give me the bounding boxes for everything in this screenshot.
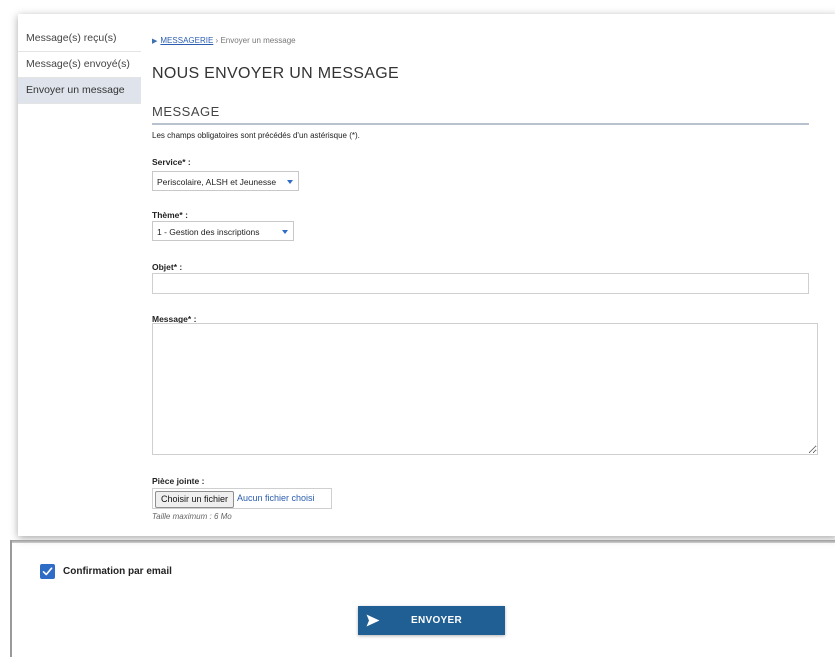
sidebar: Message(s) reçu(s) Message(s) envoyé(s) … bbox=[18, 26, 141, 104]
sidebar-item-received[interactable]: Message(s) reçu(s) bbox=[18, 26, 141, 52]
file-name-text: Aucun fichier choisi bbox=[237, 493, 315, 503]
message-textarea[interactable] bbox=[152, 323, 818, 455]
service-label: Service* : bbox=[152, 157, 191, 167]
breadcrumb: ▶ MESSAGERIE › Envoyer un message bbox=[152, 36, 296, 45]
sidebar-item-send-message[interactable]: Envoyer un message bbox=[18, 78, 141, 104]
chevron-down-icon bbox=[287, 180, 293, 184]
breadcrumb-separator: › bbox=[215, 36, 219, 45]
send-button[interactable]: ENVOYER bbox=[358, 606, 505, 635]
message-form-card: Message(s) reçu(s) Message(s) envoyé(s) … bbox=[18, 14, 835, 536]
breadcrumb-current: Envoyer un message bbox=[220, 36, 296, 45]
breadcrumb-arrow-icon: ▶ bbox=[152, 38, 158, 45]
divider-left bbox=[10, 540, 12, 657]
section-title: MESSAGE bbox=[152, 104, 809, 125]
breadcrumb-link-messagerie[interactable]: MESSAGERIE bbox=[160, 36, 213, 45]
divider bbox=[10, 540, 835, 543]
theme-label: Thème* : bbox=[152, 210, 188, 220]
objet-label: Objet* : bbox=[152, 262, 183, 272]
attachment-label: Pièce jointe : bbox=[152, 476, 205, 486]
required-fields-info: Les champs obligatoires sont précédés d'… bbox=[152, 131, 360, 140]
theme-select[interactable]: 1 - Gestion des inscriptions bbox=[152, 221, 294, 241]
send-button-label: ENVOYER bbox=[411, 615, 463, 626]
confirmation-checkbox[interactable] bbox=[40, 564, 55, 579]
service-select-value: Periscolaire, ALSH et Jeunesse bbox=[157, 177, 277, 187]
choose-file-button[interactable]: Choisir un fichier bbox=[155, 491, 235, 508]
confirmation-label: Confirmation par email bbox=[63, 566, 172, 577]
file-size-note: Taille maximum : 6 Mo bbox=[152, 512, 232, 521]
check-icon bbox=[42, 567, 53, 576]
page-title: NOUS ENVOYER UN MESSAGE bbox=[152, 65, 399, 82]
file-input[interactable]: Choisir un fichier Aucun fichier choisi bbox=[152, 488, 332, 509]
send-icon bbox=[366, 614, 380, 627]
objet-input[interactable] bbox=[152, 273, 809, 294]
theme-select-value: 1 - Gestion des inscriptions bbox=[157, 227, 260, 237]
service-select[interactable]: Periscolaire, ALSH et Jeunesse bbox=[152, 171, 299, 191]
chevron-down-icon bbox=[282, 230, 288, 234]
sidebar-item-sent[interactable]: Message(s) envoyé(s) bbox=[18, 52, 141, 78]
